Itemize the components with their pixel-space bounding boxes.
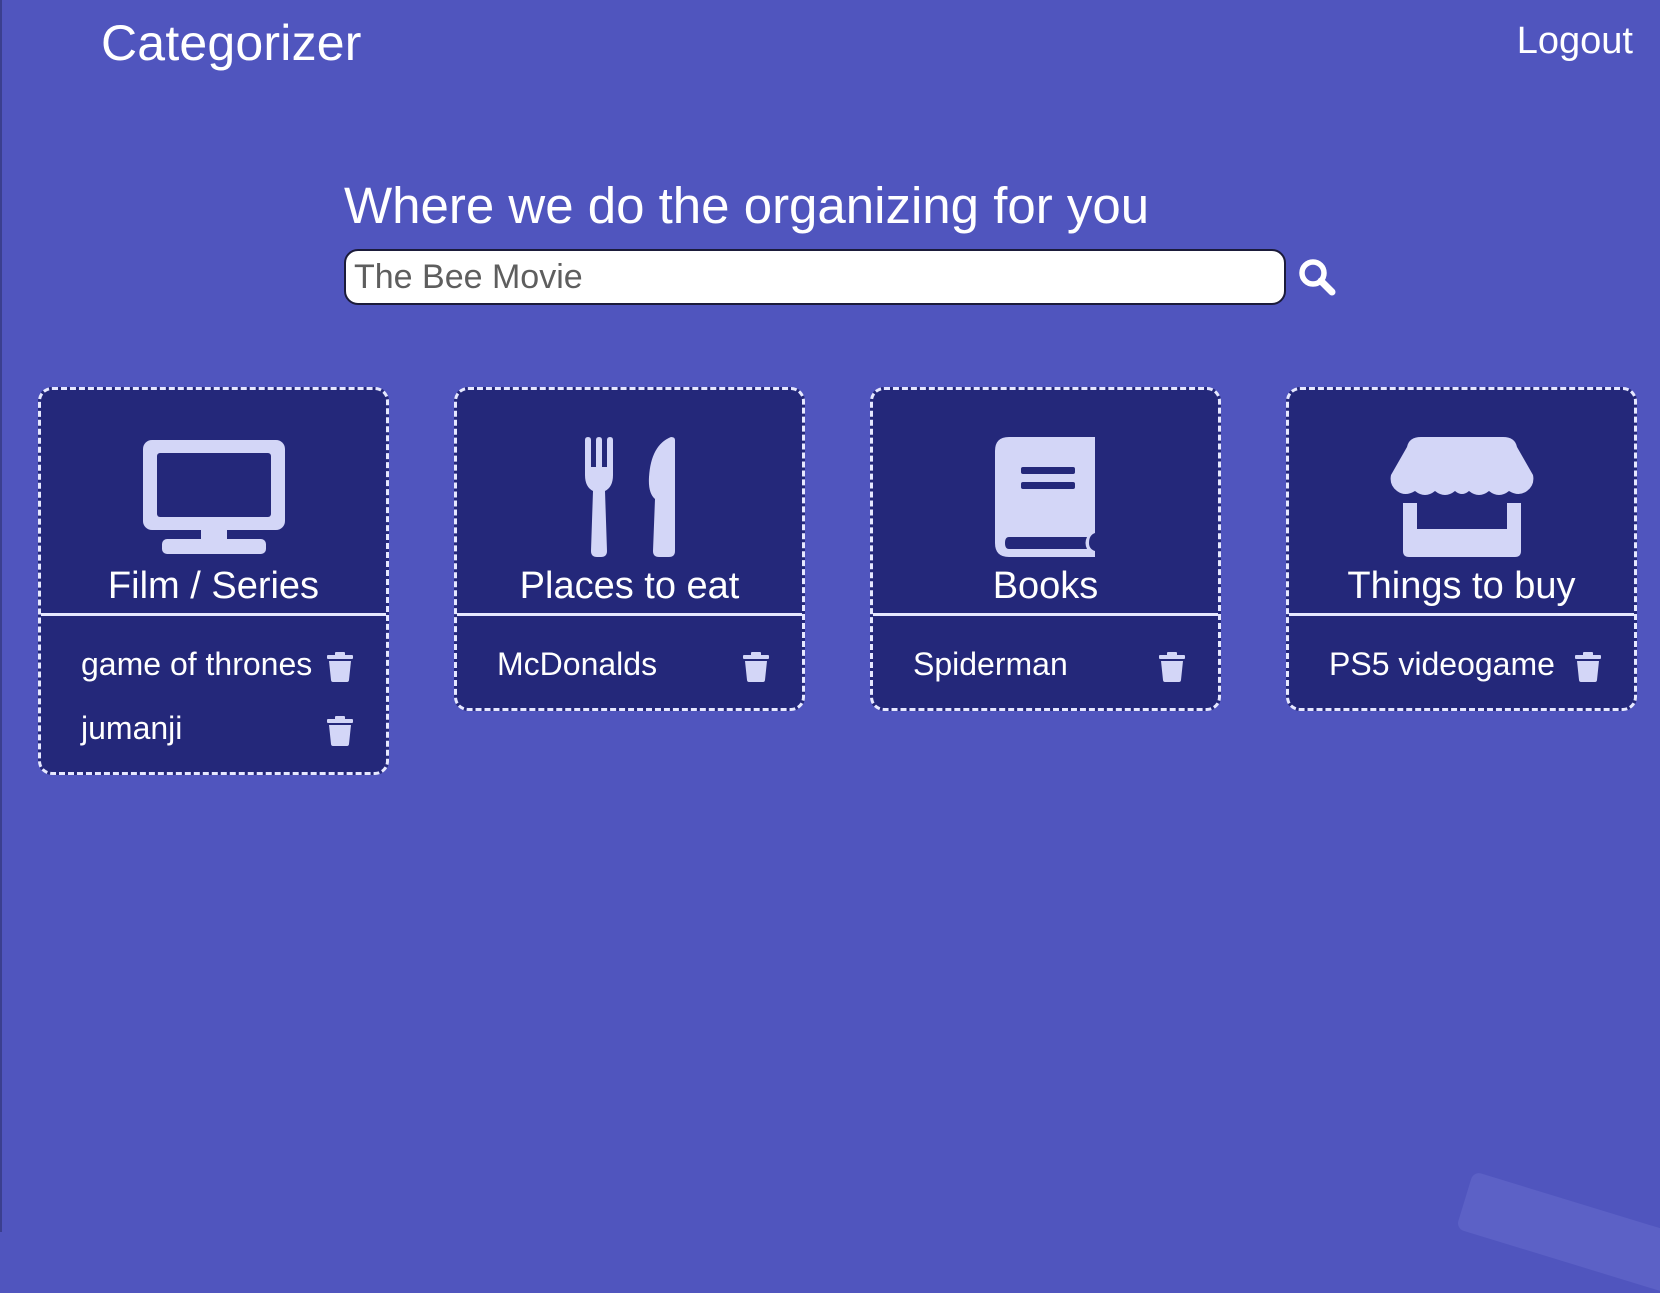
item-label: game of thrones [81, 646, 313, 682]
item-label: jumanji [81, 710, 183, 746]
search-button[interactable] [1294, 254, 1340, 300]
trash-icon[interactable] [1575, 652, 1601, 682]
window-edge [0, 0, 2, 1232]
category-item-list: McDonalds [457, 616, 802, 708]
category-header[interactable]: Film / Series [41, 390, 386, 616]
list-item: jumanji [41, 700, 386, 764]
tv-monitor-icon [134, 437, 294, 557]
search-icon [1299, 259, 1336, 296]
category-item-list: game of thrones jumanji [41, 616, 386, 772]
category-title: Things to buy [1347, 565, 1576, 607]
decorative-corner-shape [1456, 1171, 1660, 1293]
category-item-list: PS5 videogame [1289, 616, 1634, 708]
list-item: Spiderman [873, 636, 1218, 700]
category-title: Film / Series [107, 565, 320, 607]
category-header[interactable]: Things to buy [1289, 390, 1634, 616]
list-item: McDonalds [457, 636, 802, 700]
trash-icon[interactable] [327, 652, 353, 682]
trash-icon[interactable] [1159, 652, 1185, 682]
category-title: Places to eat [519, 565, 740, 607]
category-header[interactable]: Places to eat [457, 390, 802, 616]
fork-knife-icon [550, 437, 710, 557]
category-card-books: Books Spiderman [870, 387, 1221, 711]
item-label: Spiderman [913, 646, 1068, 682]
trash-icon[interactable] [743, 652, 769, 682]
item-label: McDonalds [497, 646, 658, 682]
category-item-list: Spiderman [873, 616, 1218, 708]
item-label: PS5 videogame [1329, 646, 1555, 682]
store-icon [1382, 437, 1542, 557]
app-title: Categorizer [101, 15, 362, 71]
logout-link[interactable]: Logout [1517, 20, 1633, 63]
category-card-film-series: Film / Series game of thrones jumanji [38, 387, 389, 775]
book-icon [966, 437, 1126, 557]
category-title: Books [992, 565, 1099, 607]
search-input[interactable] [344, 249, 1286, 305]
category-card-places-to-eat: Places to eat McDonalds [454, 387, 805, 711]
tagline: Where we do the organizing for you [344, 177, 1150, 234]
list-item: game of thrones [41, 636, 386, 700]
list-item: PS5 videogame [1289, 636, 1634, 700]
search-bar [344, 249, 1340, 305]
category-header[interactable]: Books [873, 390, 1218, 616]
trash-icon[interactable] [327, 716, 353, 746]
category-card-things-to-buy: Things to buy PS5 videogame [1286, 387, 1637, 711]
